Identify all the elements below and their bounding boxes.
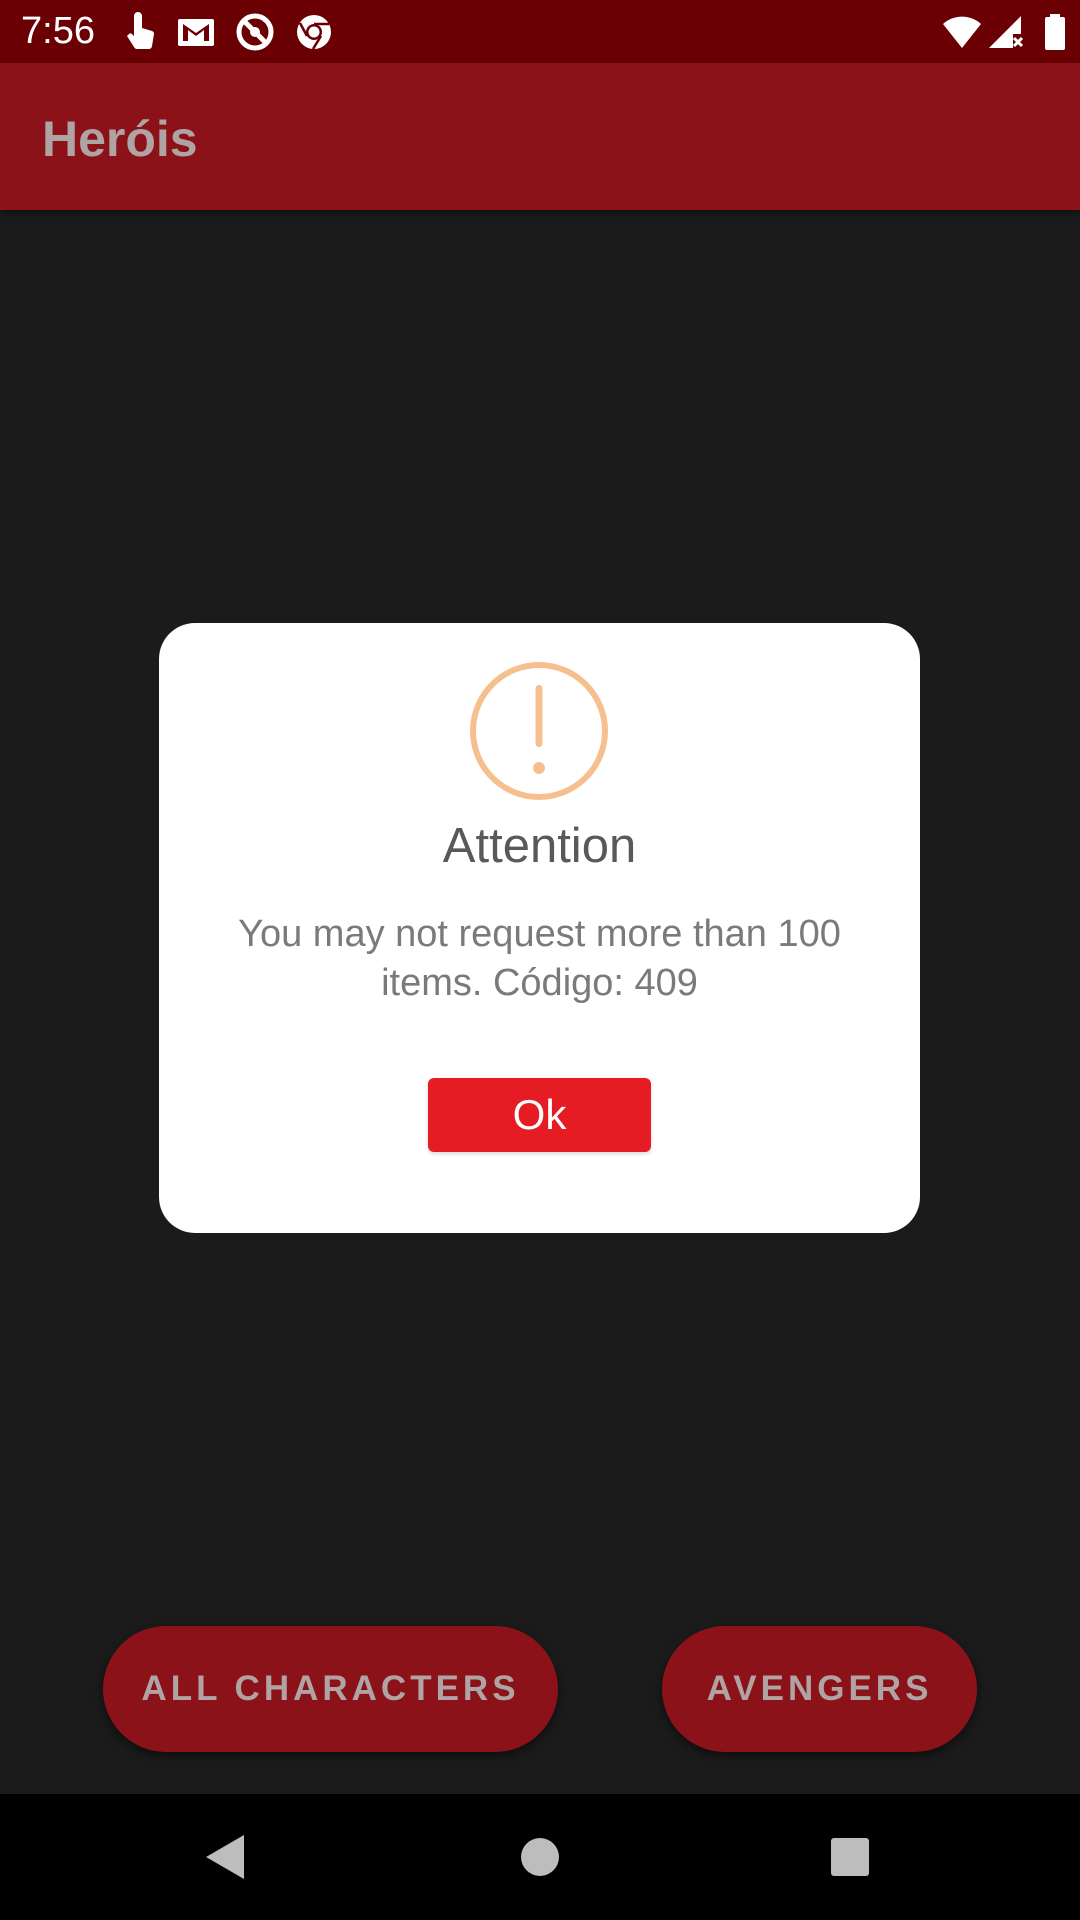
back-icon[interactable] xyxy=(196,1827,256,1887)
dialog-title: Attention xyxy=(442,819,637,873)
status-time: 7:56 xyxy=(21,10,95,52)
signal-icon xyxy=(989,16,1024,48)
warning-icon xyxy=(470,662,608,800)
dialog-message: You may not request more than 100 items.… xyxy=(238,913,841,1004)
touch-icon xyxy=(127,12,155,50)
page-title: Heróis xyxy=(42,111,198,167)
recents-icon[interactable] xyxy=(820,1827,880,1887)
app-bar: Heróis xyxy=(0,63,1080,210)
no-entry-icon xyxy=(236,13,274,51)
status-bar: 7:56 xyxy=(0,0,1080,63)
all-characters-button[interactable]: ALL CHARACTERS xyxy=(103,1626,558,1752)
avengers-button[interactable]: AVENGERS xyxy=(662,1626,977,1752)
navigation-bar xyxy=(0,1794,1080,1920)
wifi-icon xyxy=(943,16,981,48)
home-icon[interactable] xyxy=(510,1827,570,1887)
ok-button[interactable]: Ok xyxy=(428,1078,651,1152)
chrome-icon xyxy=(297,15,331,50)
battery-icon xyxy=(1045,14,1065,50)
gmail-icon xyxy=(178,19,214,46)
alert-dialog: Attention You may not request more than … xyxy=(159,623,920,1233)
